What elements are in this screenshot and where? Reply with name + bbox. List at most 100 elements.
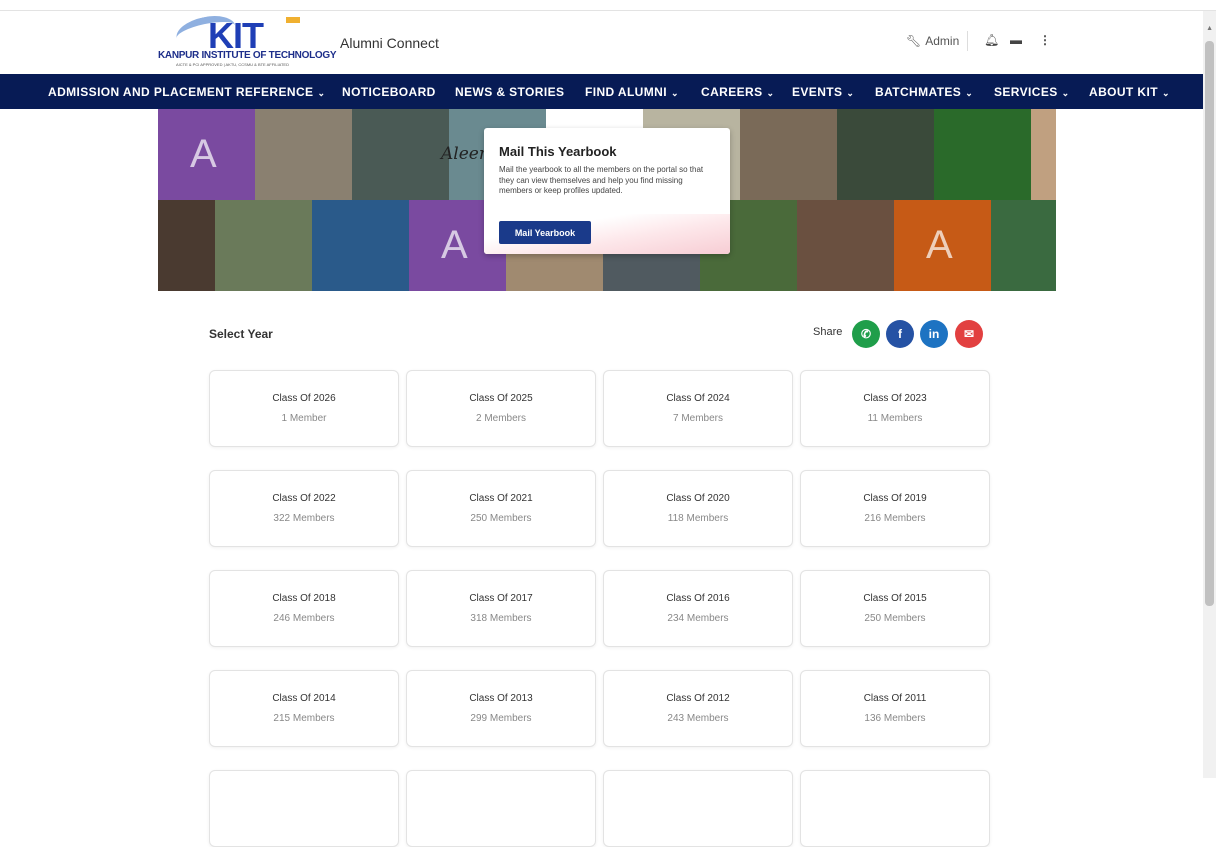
- logo-subtext: AICTE & PCI APPROVED | AKTU, CCSMU & BTE…: [176, 62, 289, 67]
- chevron-down-icon: ⌄: [317, 88, 326, 98]
- year-card-title: Class Of 2016: [666, 593, 730, 604]
- admin-link[interactable]: 🔧︎ Admin: [906, 34, 959, 48]
- member-photo-tile[interactable]: [215, 200, 312, 291]
- member-photo-tile[interactable]: [352, 109, 449, 200]
- year-card-title: Class Of 2013: [469, 693, 533, 704]
- share-email-button[interactable]: ✉: [955, 320, 983, 348]
- year-card-member-count: 136 Members: [864, 713, 926, 724]
- chevron-down-icon: ⌄: [1061, 88, 1070, 98]
- year-card[interactable]: Class Of 2025 2 Members: [406, 370, 596, 447]
- chevron-down-icon: ⌄: [846, 88, 855, 98]
- year-card[interactable]: Class Of 2021 250 Members: [406, 470, 596, 547]
- app-title[interactable]: Alumni Connect: [340, 35, 439, 51]
- nav-item-batchmates[interactable]: BATCHMATES ⌄: [875, 85, 973, 99]
- year-card[interactable]: Class Of 2016 234 Members: [603, 570, 793, 647]
- year-card-member-count: 318 Members: [470, 613, 532, 624]
- wrench-icon: 🔧︎: [906, 34, 922, 48]
- nav-item-label: EVENTS: [792, 85, 843, 99]
- avatar-initial: A: [441, 223, 468, 267]
- year-card-title: Class Of 2011: [863, 693, 927, 704]
- chevron-down-icon: ⌄: [965, 88, 974, 98]
- nav-item-news-stories[interactable]: NEWS & STORIES: [455, 85, 564, 99]
- nav-item-label: NEWS & STORIES: [455, 85, 565, 99]
- year-card[interactable]: Class Of 2014 215 Members: [209, 670, 399, 747]
- year-card-member-count: 118 Members: [667, 513, 729, 524]
- year-card[interactable]: [209, 770, 399, 847]
- more-menu-icon[interactable]: ⋮: [1039, 33, 1051, 47]
- scrollbar-thumb[interactable]: [1205, 41, 1214, 606]
- nav-item-about-kit[interactable]: ABOUT KIT ⌄: [1089, 85, 1170, 99]
- scroll-up-icon[interactable]: ▲: [1206, 25, 1213, 32]
- nav-item-label: NOTICEBOARD: [342, 85, 436, 99]
- member-photo-tile[interactable]: [991, 200, 1056, 291]
- nav-item-label: FIND ALUMNI: [585, 85, 667, 99]
- year-card[interactable]: [800, 770, 990, 847]
- member-photo-tile[interactable]: [934, 109, 1031, 200]
- member-photo-tile[interactable]: [837, 109, 934, 200]
- nav-item-find-alumni[interactable]: FIND ALUMNI ⌄: [585, 85, 679, 99]
- member-photo-tile[interactable]: [255, 109, 352, 200]
- year-card[interactable]: Class Of 2026 1 Member: [209, 370, 399, 447]
- linkedin-icon: in: [928, 327, 940, 341]
- bell-icon[interactable]: 🔔︎: [984, 33, 999, 47]
- site-header: KIT KANPUR INSTITUTE OF TECHNOLOGY AICTE…: [0, 11, 1203, 74]
- year-card-member-count: 1 Member: [281, 413, 327, 424]
- year-card[interactable]: Class Of 2015 250 Members: [800, 570, 990, 647]
- year-card[interactable]: Class Of 2018 246 Members: [209, 570, 399, 647]
- share-linkedin-button[interactable]: in: [920, 320, 948, 348]
- nav-item-noticeboard[interactable]: NOTICEBOARD: [342, 85, 436, 99]
- year-card[interactable]: [406, 770, 596, 847]
- member-photo-tile[interactable]: [797, 200, 894, 291]
- placeholder-avatar-tile[interactable]: A: [894, 200, 991, 291]
- chevron-down-icon: ⌄: [670, 88, 679, 98]
- member-photo-tile[interactable]: [740, 109, 837, 200]
- year-card[interactable]: [603, 770, 793, 847]
- nav-item-services[interactable]: SERVICES ⌄: [994, 85, 1070, 99]
- member-photo-tile[interactable]: [312, 200, 409, 291]
- year-card-title: Class Of 2014: [272, 693, 336, 704]
- year-card[interactable]: Class Of 2023 11 Members: [800, 370, 990, 447]
- year-card-member-count: 250 Members: [470, 513, 532, 524]
- year-card-member-count: 11 Members: [867, 413, 923, 424]
- placeholder-avatar-tile[interactable]: A: [158, 109, 255, 200]
- share-facebook-button[interactable]: f: [886, 320, 914, 348]
- member-photo-tile[interactable]: [158, 200, 215, 291]
- nav-item-label: ADMISSION AND PLACEMENT REFERENCE: [48, 85, 314, 99]
- nav-item-label: BATCHMATES: [875, 85, 962, 99]
- year-card[interactable]: Class Of 2011 136 Members: [800, 670, 990, 747]
- avatar-initial: A: [926, 223, 953, 267]
- year-card[interactable]: Class Of 2019 216 Members: [800, 470, 990, 547]
- year-card[interactable]: Class Of 2012 243 Members: [603, 670, 793, 747]
- year-card-member-count: 234 Members: [667, 613, 729, 624]
- share-whatsapp-button[interactable]: ✆: [852, 320, 880, 348]
- member-photo-tile[interactable]: [1031, 109, 1056, 200]
- nav-item-admission-and-placement-reference[interactable]: ADMISSION AND PLACEMENT REFERENCE ⌄: [48, 85, 325, 99]
- year-card-member-count: 243 Members: [667, 713, 729, 724]
- nav-item-label: CAREERS: [701, 85, 763, 99]
- year-card-member-count: 215 Members: [273, 713, 335, 724]
- kit-logo[interactable]: KIT KANPUR INSTITUTE OF TECHNOLOGY AICTE…: [158, 11, 337, 67]
- year-card[interactable]: Class Of 2017 318 Members: [406, 570, 596, 647]
- header-separator: [967, 31, 968, 51]
- year-card[interactable]: Class Of 2024 7 Members: [603, 370, 793, 447]
- year-card[interactable]: Class Of 2013 299 Members: [406, 670, 596, 747]
- email-icon: ✉: [963, 327, 975, 341]
- chevron-down-icon: ⌄: [1161, 88, 1170, 98]
- mail-yearbook-button[interactable]: Mail Yearbook: [499, 221, 591, 244]
- avatar-initial: A: [190, 132, 217, 176]
- year-card-title: Class Of 2015: [863, 593, 927, 604]
- year-card-title: Class Of 2019: [863, 493, 927, 504]
- nav-item-events[interactable]: EVENTS ⌄: [792, 85, 854, 99]
- nav-item-label: ABOUT KIT: [1089, 85, 1158, 99]
- message-icon[interactable]: ▬: [1010, 33, 1022, 47]
- year-card[interactable]: Class Of 2022 322 Members: [209, 470, 399, 547]
- mail-yearbook-popup: Mail This Yearbook Mail the yearbook to …: [484, 128, 730, 254]
- year-card-member-count: 246 Members: [273, 613, 335, 624]
- popup-description: Mail the yearbook to all the members on …: [499, 165, 704, 195]
- whatsapp-icon: ✆: [860, 327, 872, 341]
- share-label: Share: [813, 326, 843, 338]
- year-card[interactable]: Class Of 2020 118 Members: [603, 470, 793, 547]
- nav-item-label: SERVICES: [994, 85, 1058, 99]
- scrollbar[interactable]: ▲: [1203, 11, 1216, 778]
- nav-item-careers[interactable]: CAREERS ⌄: [701, 85, 774, 99]
